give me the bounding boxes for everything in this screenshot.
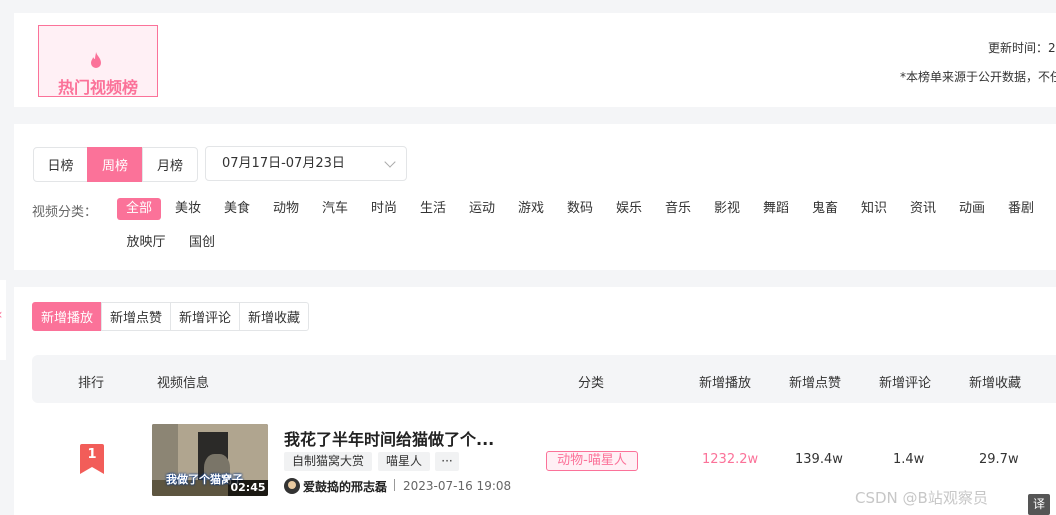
- table-header: 排行 视频信息 分类 新增播放 新增点赞 新增评论 新增收藏: [32, 355, 1056, 403]
- video-thumbnail[interactable]: 我做了个猫窝子 02:45: [152, 424, 268, 496]
- metric-tab-comments[interactable]: 新增评论: [170, 302, 240, 331]
- header-card: 热门视频榜 更新时间：2 *本榜单来源于公开数据，不任: [14, 13, 1056, 107]
- category-all[interactable]: 全部: [117, 198, 161, 220]
- col-comments: 新增评论: [879, 376, 932, 391]
- avatar[interactable]: [284, 478, 300, 494]
- ranking-table-card: 新增播放 新增点赞 新增评论 新增收藏 排行 视频信息 分类 新增播放 新增点赞…: [14, 287, 1056, 515]
- tab-daily[interactable]: 日榜: [33, 147, 88, 182]
- translate-icon[interactable]: 译: [1028, 494, 1050, 515]
- category-animal[interactable]: 动物: [269, 198, 303, 220]
- category-film[interactable]: 影视: [710, 198, 744, 220]
- video-tag[interactable]: 喵星人: [378, 452, 430, 471]
- category-dance[interactable]: 舞蹈: [759, 198, 793, 220]
- col-rank: 排行: [78, 376, 105, 391]
- author-name-link[interactable]: 爱鼓捣的邢志磊: [303, 478, 387, 495]
- stat-comments: 1.4w: [893, 452, 925, 467]
- divider: [394, 479, 395, 491]
- category-label: 视频分类：: [32, 205, 98, 220]
- category-cinema[interactable]: 放映厅: [122, 232, 170, 254]
- metric-tab-likes[interactable]: 新增点赞: [101, 302, 171, 331]
- category-bangumi[interactable]: 番剧: [1004, 198, 1038, 220]
- category-beauty[interactable]: 美妆: [171, 198, 205, 220]
- col-likes: 新增点赞: [789, 376, 842, 391]
- date-range-select[interactable]: 07月17日-07月23日: [205, 146, 407, 181]
- category-entertainment[interactable]: 娱乐: [612, 198, 646, 220]
- metric-tab-favorites[interactable]: 新增收藏: [239, 302, 309, 331]
- category-knowledge[interactable]: 知识: [857, 198, 891, 220]
- video-tag[interactable]: 自制猫窝大赏: [284, 452, 372, 471]
- category-kichiku[interactable]: 鬼畜: [808, 198, 842, 220]
- category-food[interactable]: 美食: [220, 198, 254, 220]
- col-video-info: 视频信息: [157, 376, 210, 391]
- category-badge[interactable]: 动物-喵星人: [546, 451, 638, 471]
- ranking-logo: 热门视频榜: [38, 25, 158, 97]
- stat-favorites: 29.7w: [979, 452, 1019, 467]
- category-life[interactable]: 生活: [416, 198, 450, 220]
- category-game[interactable]: 游戏: [514, 198, 548, 220]
- avatar-face: [288, 481, 296, 489]
- category-guochuang[interactable]: 国创: [185, 232, 219, 254]
- tab-weekly[interactable]: 周榜: [87, 147, 143, 182]
- side-collapse-tab[interactable]: ‹: [0, 280, 6, 360]
- disclaimer-text: *本榜单来源于公开数据，不任: [900, 70, 1056, 84]
- stat-likes: 139.4w: [795, 452, 843, 467]
- category-fashion[interactable]: 时尚: [367, 198, 401, 220]
- page-title: 热门视频榜: [57, 78, 138, 97]
- update-time: 更新时间：2: [988, 41, 1056, 55]
- category-music[interactable]: 音乐: [661, 198, 695, 220]
- fire-icon: [91, 52, 101, 68]
- video-duration: 02:45: [228, 480, 268, 496]
- filter-card: 日榜 周榜 月榜 07月17日-07月23日 视频分类： 全部 美妆 美食 动物…: [14, 124, 1056, 270]
- more-tags-button[interactable]: ···: [435, 452, 459, 471]
- category-car[interactable]: 汽车: [318, 198, 352, 220]
- date-range-value: 07月17日-07月23日: [222, 156, 345, 171]
- col-category: 分类: [578, 376, 605, 391]
- col-plays: 新增播放: [699, 376, 752, 391]
- tab-monthly[interactable]: 月榜: [142, 147, 198, 182]
- category-digital[interactable]: 数码: [563, 198, 597, 220]
- chevron-down-icon: [384, 156, 396, 168]
- rank-number: 1: [87, 447, 97, 462]
- publish-date: 2023-07-16 19:08: [403, 479, 512, 493]
- chevron-left-icon[interactable]: ‹: [0, 307, 3, 323]
- video-title-link[interactable]: 我花了半年时间给猫做了个...: [284, 426, 494, 450]
- metric-tab-plays[interactable]: 新增播放: [32, 302, 102, 331]
- watermark-text: CSDN @B站观察员: [855, 489, 988, 507]
- col-favorites: 新增收藏: [969, 376, 1022, 391]
- category-animation[interactable]: 动画: [955, 198, 989, 220]
- stat-plays: 1232.2w: [702, 452, 759, 467]
- category-sports[interactable]: 运动: [465, 198, 499, 220]
- category-news[interactable]: 资讯: [906, 198, 940, 220]
